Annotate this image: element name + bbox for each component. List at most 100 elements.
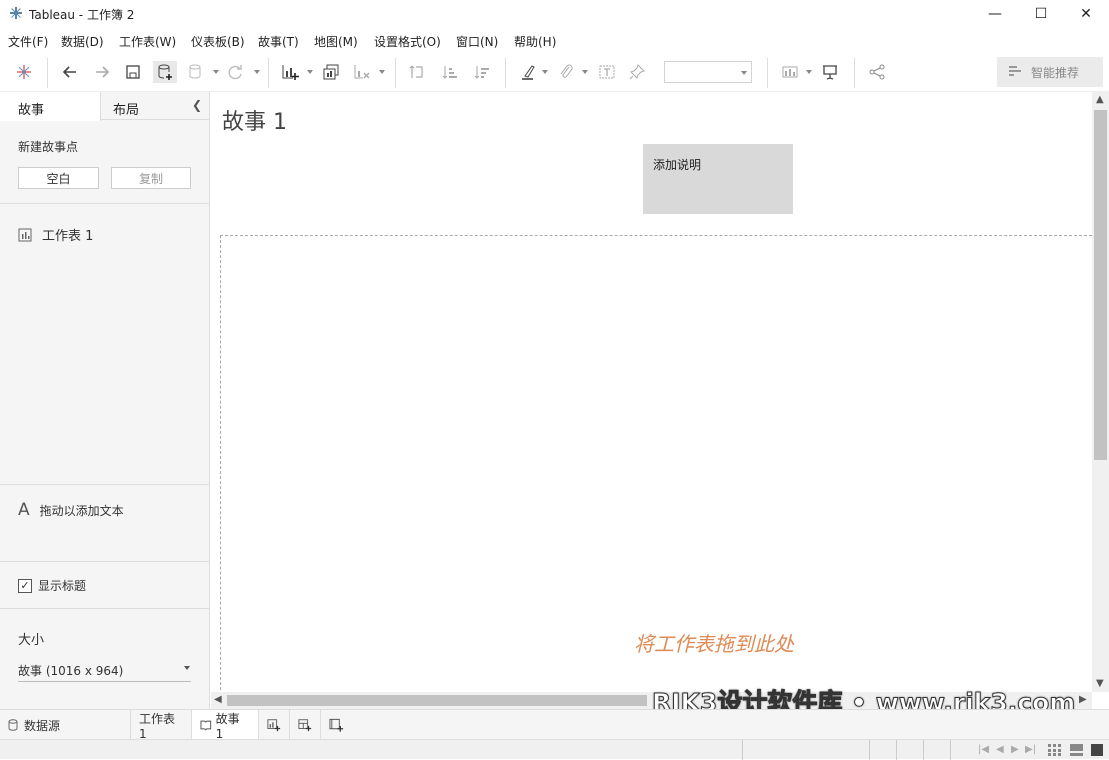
close-button[interactable]: ✕ (1063, 0, 1109, 28)
new-story-tab-button[interactable] (321, 710, 352, 740)
swap-button[interactable] (405, 61, 429, 83)
sort-ascending-button[interactable] (438, 61, 462, 83)
minimize-button[interactable]: — (972, 0, 1018, 28)
clear-sheet-button[interactable] (350, 61, 374, 83)
sort-descending-button[interactable] (470, 61, 494, 83)
menu-story[interactable]: 故事(T) (258, 33, 299, 50)
size-value: 故事 (1016 x 964) (18, 664, 124, 678)
tab-datasource[interactable]: 数据源 (0, 710, 131, 740)
tableau-home-button[interactable] (12, 61, 36, 83)
highlight-button[interactable] (516, 61, 540, 83)
new-datasource-button[interactable] (153, 61, 177, 83)
chevron-down-icon[interactable] (254, 70, 260, 74)
chart-add-icon (282, 65, 299, 80)
menu-window[interactable]: 窗口(N) (456, 33, 498, 50)
vertical-scroll-thumb[interactable] (1094, 110, 1107, 460)
story-canvas: 故事 1 添加说明 将工作表拖到此处 (211, 92, 1092, 695)
undo-button[interactable] (58, 61, 82, 83)
labels-button[interactable] (595, 61, 619, 83)
window-title: Tableau - 工作簿 2 (29, 8, 135, 22)
vertical-scrollbar[interactable]: ▲ ▼ (1092, 92, 1109, 692)
menu-data[interactable]: 数据(D) (61, 33, 104, 50)
scroll-right-icon[interactable]: ▶ (1079, 694, 1087, 705)
filmstrip-view-icon[interactable] (1070, 744, 1084, 756)
show-title-checkbox[interactable]: ✓ (18, 578, 32, 593)
share-button[interactable] (865, 61, 889, 83)
presentation-icon (823, 65, 837, 80)
chevron-down-icon[interactable] (213, 70, 219, 74)
size-dropdown[interactable]: 故事 (1016 x 964) (18, 660, 191, 682)
first-page-icon[interactable]: |◀ (978, 744, 989, 755)
menu-map[interactable]: 地图(M) (314, 33, 358, 50)
story-title[interactable]: 故事 1 (222, 104, 287, 136)
share-icon (869, 64, 885, 80)
duplicate-sheet-button[interactable] (319, 61, 343, 83)
maximize-button[interactable]: ☐ (1018, 0, 1064, 28)
sidebar-item-worksheet-1[interactable]: 工作表 1 (18, 225, 93, 244)
show-title-label: 显示标题 (38, 579, 87, 593)
scroll-left-icon[interactable]: ◀ (214, 694, 222, 705)
show-me-button[interactable]: 智能推荐 (997, 57, 1103, 87)
drop-hint-text: 将工作表拖到此处 (634, 632, 794, 656)
scroll-down-icon[interactable]: ▼ (1096, 678, 1104, 689)
collapse-sidebar-icon[interactable]: ❮ (192, 98, 202, 112)
tab-datasource-label: 数据源 (24, 718, 61, 733)
duplicate-button[interactable]: 复制 (111, 167, 191, 189)
new-worksheet-button[interactable] (278, 61, 302, 83)
group-button[interactable] (554, 61, 578, 83)
fix-axes-button[interactable] (625, 61, 649, 83)
grid-view-icon[interactable] (1048, 744, 1062, 756)
pause-updates-button[interactable] (184, 61, 208, 83)
menu-format[interactable]: 设置格式(O) (374, 33, 441, 50)
prev-page-icon[interactable]: ◀ (996, 744, 1004, 755)
new-dashboard-icon (298, 719, 312, 732)
refresh-button[interactable] (223, 61, 247, 83)
text-label-icon (599, 65, 615, 79)
menu-file[interactable]: 文件(F) (8, 33, 48, 50)
menu-help[interactable]: 帮助(H) (514, 33, 556, 50)
toolbar: 智能推荐 (0, 52, 1109, 92)
chevron-down-icon[interactable] (542, 70, 548, 74)
new-dashboard-tab-button[interactable] (290, 710, 321, 740)
size-label: 大小 (18, 633, 45, 648)
sheet-drop-zone[interactable] (220, 235, 1092, 695)
close-icon: ✕ (1080, 6, 1092, 22)
next-page-icon[interactable]: ▶ (1011, 744, 1019, 755)
scroll-up-icon[interactable]: ▲ (1096, 94, 1104, 105)
chevron-down-icon[interactable] (379, 70, 385, 74)
horizontal-scroll-thumb[interactable] (227, 695, 647, 706)
menu-dashboard[interactable]: 仪表板(B) (191, 33, 245, 50)
chevron-down-icon (184, 666, 190, 670)
tableau-logo-icon (10, 7, 22, 19)
chevron-down-icon[interactable] (582, 70, 588, 74)
tab-story[interactable]: 故事 (0, 92, 101, 121)
new-story-point-label: 新建故事点 (18, 140, 79, 154)
save-icon (126, 65, 140, 79)
show-cards-button[interactable] (778, 61, 802, 83)
tab-view-icon[interactable] (1091, 744, 1103, 756)
fit-dropdown[interactable] (664, 61, 752, 83)
redo-button[interactable] (90, 61, 114, 83)
sheet-tab-bar: 数据源 工作表 1 故事 1 (0, 709, 1109, 741)
story-icon (200, 720, 212, 731)
show-title-option[interactable]: ✓ 显示标题 (18, 577, 86, 594)
story-point-caption[interactable]: 添加说明 (643, 144, 793, 214)
presentation-mode-button[interactable] (818, 61, 842, 83)
tab-story-1[interactable]: 故事 1 (192, 710, 259, 741)
title-bar: Tableau - 工作簿 2 — ☐ ✕ (0, 0, 1109, 28)
highlighter-icon (522, 65, 535, 80)
tab-sheet-1[interactable]: 工作表 1 (131, 710, 192, 741)
chevron-down-icon[interactable] (307, 70, 313, 74)
chevron-down-icon[interactable] (806, 70, 812, 74)
menu-bar: 文件(F) 数据(D) 工作表(W) 仪表板(B) 故事(T) 地图(M) 设置… (0, 30, 1109, 52)
new-worksheet-tab-button[interactable] (259, 710, 290, 740)
menu-worksheet[interactable]: 工作表(W) (119, 33, 176, 50)
minimize-icon: — (988, 6, 1002, 22)
blank-button[interactable]: 空白 (18, 167, 99, 189)
drag-text-object[interactable]: A 拖动以添加文本 (18, 500, 124, 520)
arrow-left-icon (62, 66, 76, 78)
show-me-label: 智能推荐 (1031, 65, 1080, 80)
chevron-down-icon (741, 71, 747, 75)
save-button[interactable] (121, 61, 145, 83)
last-page-icon[interactable]: ▶| (1025, 744, 1036, 755)
